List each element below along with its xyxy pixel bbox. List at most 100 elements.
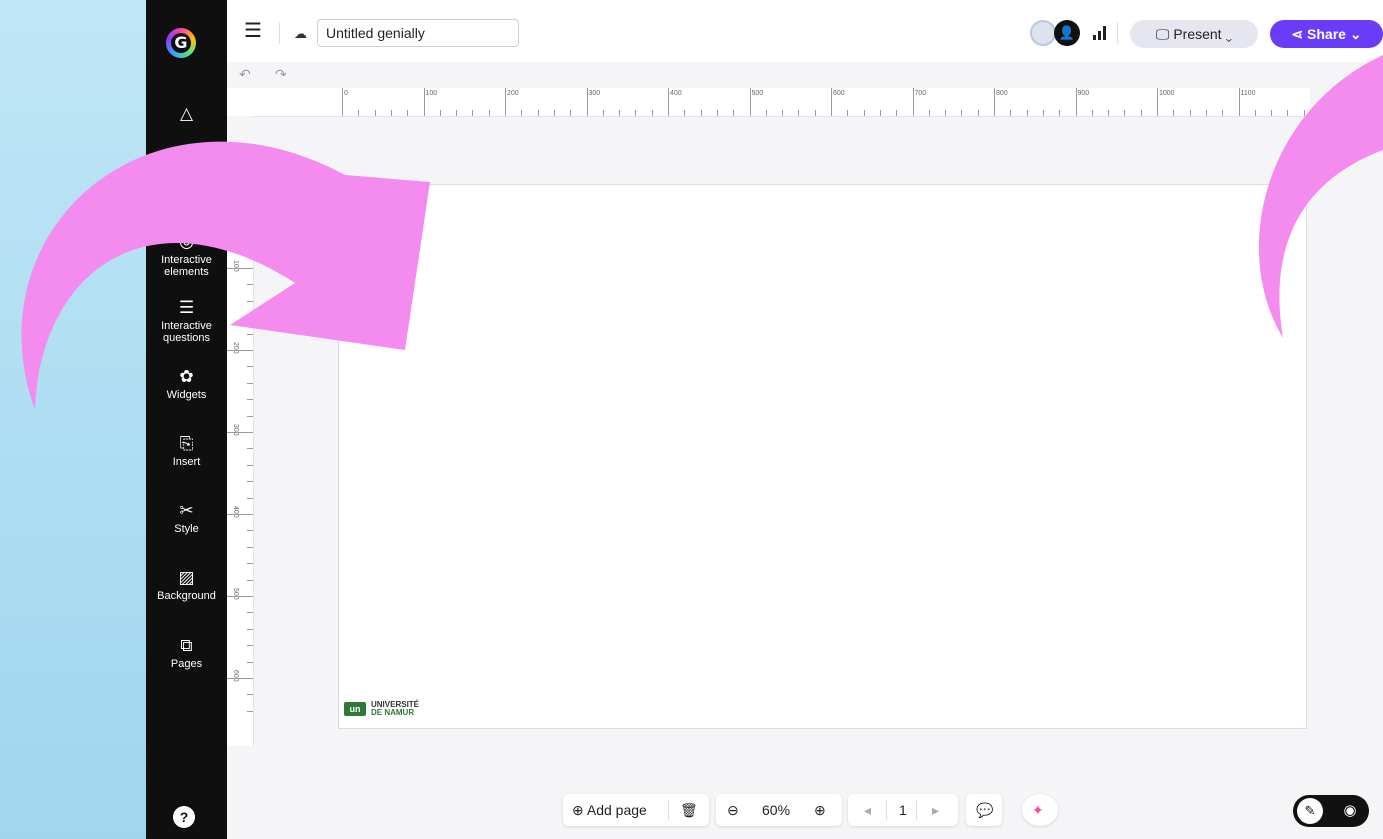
zoom-out-icon[interactable]: ⊖ [727,794,739,826]
ruler-tick [1254,110,1256,116]
redo-icon[interactable]: ↷ [275,66,287,83]
ruler-tick [1287,110,1289,116]
ruler-tick [1303,110,1305,116]
menu-icon[interactable]: ☰ [244,21,264,41]
ruler-tick [733,110,735,116]
sidebar-item-label: Interactive questions [161,320,212,344]
ai-assistant-button[interactable]: ✦ [1022,794,1058,826]
ruler-tick [342,88,343,116]
ruler-corner [227,88,253,116]
delete-page-icon[interactable]: 🗑 [680,794,698,826]
title-input[interactable] [317,19,519,47]
shapes-icon: △ [179,104,194,124]
ruler-tick [247,612,253,614]
ruler-tick [879,110,881,116]
sidebar-item-label: Insert [172,456,201,468]
ruler-top-label: 900 [1077,90,1090,97]
ruler-tick [863,110,865,116]
sidebar-item-pages[interactable]: ⧉ Pages [146,636,227,670]
ruler-tick [247,382,253,384]
page-actions: ⊕ Add page 🗑 [563,794,709,826]
sidebar-item-background[interactable]: ▨ Background [146,568,227,602]
help-icon[interactable]: ? [173,806,195,828]
zoom-in-icon[interactable]: ⊕ [814,794,826,826]
ruler-tick [945,110,947,116]
ruler-tick [247,300,253,302]
ruler-top-label: 400 [670,90,682,97]
present-icon: 🖵 [1155,26,1170,42]
ruler-tick [227,268,253,269]
sidebar-item-widgets[interactable]: ✿ Widgets [146,367,227,401]
add-collaborator-icon[interactable]: 👤 [1054,20,1080,46]
ruler-tick [407,110,409,116]
interactive-elements-icon: ◎ [179,232,194,252]
ruler-tick [1108,110,1110,116]
ruler-left-label: 600 [232,670,239,682]
background-icon: ▨ [178,568,195,588]
ruler-tick [247,645,253,647]
pencil-icon[interactable]: ✎ [1297,798,1323,824]
present-label: Present [1173,26,1222,42]
slide-canvas[interactable]: un UNIVERSITÉ DE NAMUR [338,184,1307,729]
ruler-tick [1075,88,1077,116]
zoom-controls: ⊖ 60% ⊕ [716,794,842,826]
ruler-tick [994,88,995,116]
ruler-tick [847,110,849,116]
ruler-tick [1010,110,1012,116]
sidebar-item-label: Interactive elements [161,254,212,278]
next-page-icon[interactable]: ▸ [932,794,939,826]
logo-line-2: DE NAMUR [371,708,415,717]
divider [279,22,280,44]
eye-icon[interactable]: ◉ [1337,798,1363,824]
ruler-tick [247,497,253,499]
share-label: Share [1307,26,1346,42]
edit-preview-toggle[interactable]: ✎ ◉ [1293,795,1369,827]
add-page-button[interactable]: ⊕ Add page [572,794,647,826]
sidebar-item-label: Style [174,523,199,535]
ruler-tick [716,110,718,116]
ruler-tick [374,110,376,116]
undo-icon[interactable]: ↶ [239,66,251,83]
ruler-tick [602,110,604,116]
ruler-tick [586,88,588,116]
ruler-tick [227,596,253,597]
ruler-tick [570,110,572,116]
sidebar-item-insert[interactable]: ⎘ Insert [146,434,227,468]
genially-logo[interactable]: G [166,28,196,58]
ruler-tick [635,110,637,116]
ruler-tick [798,110,800,116]
signal-icon[interactable] [1093,26,1109,40]
previous-page-icon[interactable]: ◂ [864,794,871,826]
style-icon: ✂ [179,501,194,521]
share-button[interactable]: ⋖ Share ⌄ [1270,20,1383,48]
ruler-tick [247,628,253,630]
sidebar-item-label: Pages [170,658,203,670]
ruler-top-label: 500 [751,90,764,97]
ruler-tick [1026,110,1028,116]
widgets-icon: ✿ [179,367,194,387]
ruler-tick [1189,110,1191,116]
questions-icon: ☰ [178,298,195,318]
sidebar-item-interactive-questions[interactable]: ☰ Interactive questions [146,298,227,344]
ruler-tick [1124,110,1126,116]
page-navigation: ◂ 1 ▸ [848,794,958,826]
sidebar-item-interactive-elements[interactable]: ◎ Interactive elements [146,232,227,278]
page-number[interactable]: 1 [899,794,907,826]
insert-icon: ⎘ [179,434,194,454]
ruler-tick [247,317,253,319]
present-button[interactable]: 🖵 Present ⌄ [1130,20,1258,48]
ruler-tick [1222,110,1224,116]
sidebar-item-templates[interactable]: △ [146,104,227,126]
ruler-left-label: 100 [232,260,239,272]
sidebar-item-label: Widgets [166,389,207,401]
ruler-tick [1173,110,1175,116]
sidebar-item-style[interactable]: ✂ Style [146,501,227,535]
divider [1117,22,1118,44]
user-avatar[interactable] [1030,20,1056,46]
comments-button[interactable]: 💬 [966,794,1002,826]
ruler-top: 0 100 200 300 400 500 600 700 800 900 1000 1100 [253,88,1310,117]
pages-icon: ⧉ [180,636,193,656]
ruler-tick [1042,110,1044,116]
ruler-tick [619,110,621,116]
ruler-left-label: 300 [232,424,239,436]
